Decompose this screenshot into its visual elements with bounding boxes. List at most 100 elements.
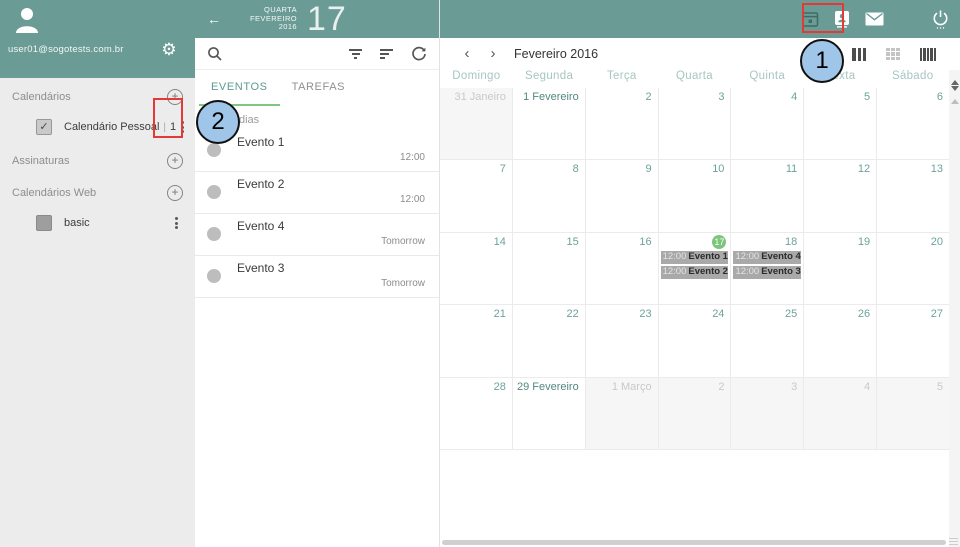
day-cell[interactable]: 1 Março [585,378,658,449]
mail-module-icon[interactable] [859,4,889,34]
sidebar-item-basic-calendar[interactable]: basic [0,208,195,238]
event-chip[interactable]: 12:00Evento 4 [733,251,800,264]
day-cell[interactable]: 31 Janeiro [440,88,512,159]
event-list-item[interactable]: Evento 4Tomorrow [195,214,439,256]
sogo-calendar-app: user01@sogotests.com.br Calendários Cale… [0,0,960,547]
day-cell[interactable]: 1712:00Evento 112:00Evento 2 [658,233,731,304]
day-cell[interactable]: 2 [585,88,658,159]
event-chip[interactable]: 12:00Evento 1 [661,251,728,264]
day-cell[interactable]: 21 [440,305,512,376]
month-view-icon[interactable] [886,48,900,61]
event-list: Evento 112:00Evento 212:00Evento 4Tomorr… [195,130,439,298]
day-number: 4 [806,380,876,395]
day-cell[interactable]: 29 Fevereiro [512,378,585,449]
power-icon[interactable] [925,4,955,34]
calendar-checkbox[interactable] [36,119,52,135]
event-title: Evento 3 [237,261,425,276]
horizontal-scrollbar[interactable] [442,540,946,545]
day-cell[interactable]: 19 [803,233,876,304]
week-view-icon[interactable] [852,48,866,61]
day-cell[interactable]: 20 [876,233,949,304]
scroll-top-icon[interactable] [951,99,959,104]
day-cell[interactable]: 23 [585,305,658,376]
scroll-down-icon[interactable] [951,86,959,91]
day-cell[interactable]: 16 [585,233,658,304]
weekday-header: Segunda [513,70,586,88]
sidebar-item-personal-calendar[interactable]: Calendário Pessoal | 1 [0,112,195,142]
day-cell[interactable]: 24 [658,305,731,376]
day-number: 19 [806,235,876,250]
day-cell[interactable]: 28 [440,378,512,449]
day-number: 5 [879,380,949,395]
tab-tasks[interactable]: TAREFAS [280,70,358,106]
week-row: 21222324252627 [440,305,949,377]
day-cell[interactable]: 4 [803,378,876,449]
calendar-menu-icon[interactable] [170,213,183,234]
event-chip-time: 12:00 [663,251,687,262]
day-cell[interactable]: 5 [876,378,949,449]
event-chip[interactable]: 12:00Evento 3 [733,266,800,279]
multicolumn-view-icon[interactable] [920,48,936,61]
day-cell[interactable]: 3 [658,88,731,159]
add-calendar-icon[interactable] [167,89,183,105]
event-chip-time: 12:00 [735,266,759,277]
day-cell[interactable]: 1812:00Evento 412:00Evento 3 [730,233,803,304]
day-number: 31 Janeiro [442,90,512,105]
day-cell[interactable]: 26 [803,305,876,376]
vertical-scrollbar[interactable] [949,70,960,547]
event-chip[interactable]: 12:00Evento 2 [661,266,728,279]
day-cell[interactable]: 2 [658,378,731,449]
event-list-item[interactable]: Evento 3Tomorrow [195,256,439,298]
sidebar-section-subscriptions: Assinaturas [0,148,195,174]
calendar-color-swatch[interactable] [36,215,52,231]
month-title: Fevereiro 2016 [514,47,598,61]
event-time: 12:00 [237,193,425,206]
day-cell[interactable]: 25 [730,305,803,376]
day-cell[interactable]: 9 [585,160,658,231]
refresh-icon[interactable] [411,46,427,62]
month-grid-area: DomingoSegundaTerçaQuartaQuintaSextaSába… [440,70,960,547]
next-month-icon[interactable]: › [480,39,506,69]
add-subscription-icon[interactable] [167,153,183,169]
day-cell[interactable]: 27 [876,305,949,376]
scroll-up-icon[interactable] [951,80,959,85]
day-cell[interactable]: 10 [658,160,731,231]
day-cell[interactable]: 1 Fevereiro [512,88,585,159]
section-label: Calendários [12,91,71,103]
addressbook-module-icon[interactable] [827,4,857,34]
sidebar-section-calendars: Calendários [0,84,195,110]
day-cell[interactable]: 4 [730,88,803,159]
day-cell[interactable]: 3 [730,378,803,449]
user-email: user01@sogotests.com.br [8,44,124,55]
day-cell[interactable]: 13 [876,160,949,231]
weekday-header: Quinta [731,70,804,88]
day-cell[interactable]: 8 [512,160,585,231]
event-list-item[interactable]: Evento 112:00 [195,130,439,172]
back-arrow-icon[interactable] [203,11,225,27]
calendar-menu-icon[interactable] [176,117,189,138]
add-web-calendar-icon[interactable] [167,185,183,201]
day-cell[interactable]: 5 [803,88,876,159]
day-number: 29 Fevereiro [515,380,585,395]
calendar-module-icon[interactable] [795,4,825,34]
filter-icon[interactable] [349,49,362,59]
day-cell[interactable]: 12 [803,160,876,231]
day-view-icon[interactable] [818,46,832,62]
range-label: dias [195,106,439,130]
day-cell[interactable]: 7 [440,160,512,231]
gear-icon[interactable] [159,40,179,60]
tab-events[interactable]: EVENTOS [199,70,280,106]
day-cell[interactable]: 11 [730,160,803,231]
event-list-panel: QUARTA FEVEREIRO 2016 17 [195,0,440,547]
day-cell[interactable]: 15 [512,233,585,304]
previous-month-icon[interactable]: ‹ [454,39,480,69]
weekday-header: Quarta [658,70,731,88]
week-row: 2829 Fevereiro1 Março2345 [440,378,949,450]
day-cell[interactable]: 14 [440,233,512,304]
day-cell[interactable]: 6 [876,88,949,159]
event-list-item[interactable]: Evento 212:00 [195,172,439,214]
sort-icon[interactable] [380,49,393,59]
day-number: 11 [733,162,803,177]
day-cell[interactable]: 22 [512,305,585,376]
search-icon[interactable] [207,46,223,62]
